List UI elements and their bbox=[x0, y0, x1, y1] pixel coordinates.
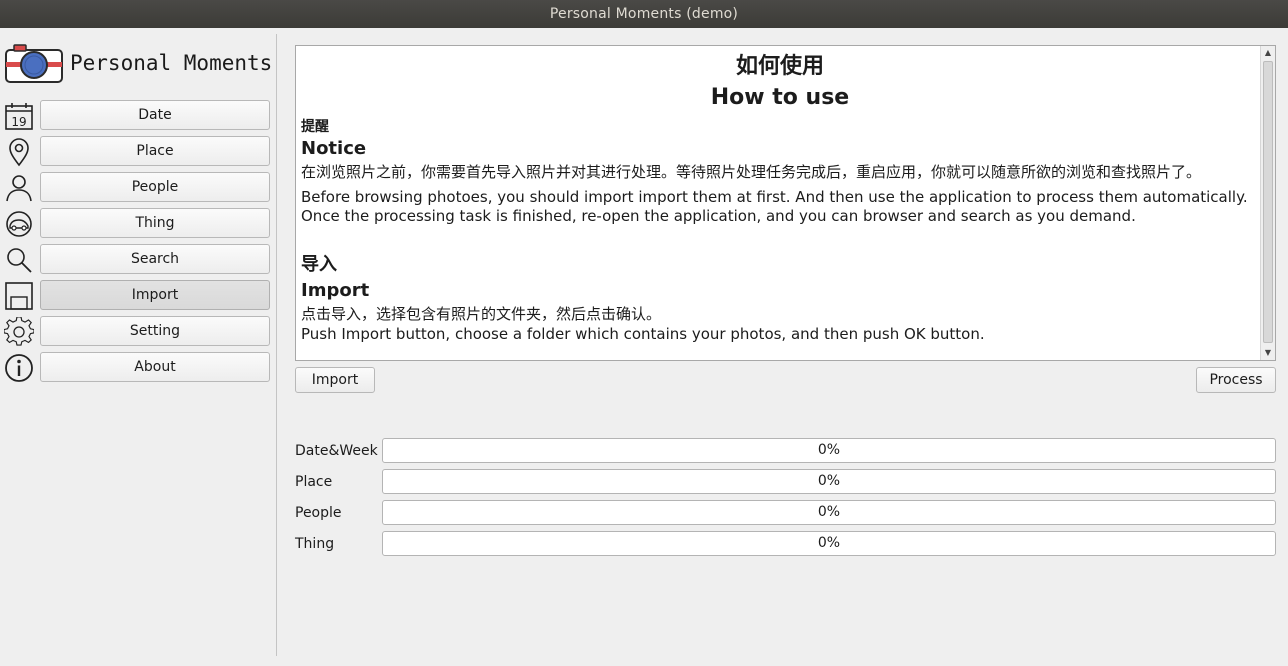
sidebar-item-place: Place bbox=[0, 134, 272, 170]
sidebar-item-import: Import bbox=[0, 278, 272, 314]
thing-button[interactable]: Thing bbox=[40, 208, 270, 238]
search-icon bbox=[7, 248, 32, 273]
import-body-en: Push Import button, choose a folder whic… bbox=[301, 325, 985, 343]
gear-icon bbox=[4, 317, 34, 346]
progress-value: 0% bbox=[817, 504, 841, 520]
map-pin-icon bbox=[9, 138, 29, 167]
progress-label-people: People bbox=[295, 505, 342, 521]
import-body-cn: 点击导入，选择包含有照片的文件夹，然后点击确认。 bbox=[301, 305, 662, 323]
setting-button[interactable]: Setting bbox=[40, 316, 270, 346]
sidebar-item-setting: Setting bbox=[0, 314, 272, 350]
progress-label-thing: Thing bbox=[295, 536, 335, 552]
app-logo: Personal Moments bbox=[4, 44, 274, 84]
date-button[interactable]: Date bbox=[40, 100, 270, 130]
sidebar-item-about: About bbox=[0, 350, 272, 386]
sidebar-item-date: 19 Date bbox=[0, 98, 272, 134]
sidebar-item-people: People bbox=[0, 170, 272, 206]
progress-value: 0% bbox=[817, 442, 841, 458]
app-window: Personal Moments (demo) Personal Moments… bbox=[0, 0, 1288, 666]
scroll-down-icon[interactable]: ▼ bbox=[1261, 346, 1275, 360]
calendar-icon: 19 bbox=[5, 103, 33, 130]
progress-value: 0% bbox=[817, 473, 841, 489]
sidebar-item-thing: Thing bbox=[0, 206, 272, 242]
sidebar-nav: 19 Date Place People Thing Search Import… bbox=[0, 98, 272, 386]
scroll-up-icon[interactable]: ▲ bbox=[1261, 46, 1275, 60]
search-button[interactable]: Search bbox=[40, 244, 270, 274]
app-logo-text: Personal Moments bbox=[70, 51, 273, 75]
floppy-icon bbox=[5, 282, 33, 310]
import-button[interactable]: Import bbox=[295, 367, 375, 393]
import-heading-en: Import bbox=[301, 280, 370, 301]
instructions-textbox[interactable]: 如何使用 How to use 提醒 Notice 在浏览照片之前，你需要首先导… bbox=[295, 45, 1276, 361]
notice-body-en: Before browsing photoes, you should impo… bbox=[301, 188, 1248, 225]
progress-label-date-week: Date&Week bbox=[295, 443, 378, 459]
sidebar-divider bbox=[276, 34, 277, 656]
notice-body-cn: 在浏览照片之前，你需要首先导入照片并对其进行处理。等待照片处理任务完成后，重启应… bbox=[301, 163, 1202, 181]
place-button[interactable]: Place bbox=[40, 136, 270, 166]
instructions-scrollbar[interactable]: ▲ ▼ bbox=[1260, 46, 1275, 360]
import-heading-cn: 导入 bbox=[301, 254, 337, 275]
notice-heading-en: Notice bbox=[301, 138, 367, 159]
progress-bar-place: 0% bbox=[382, 469, 1276, 494]
window-titlebar: Personal Moments (demo) bbox=[0, 0, 1288, 28]
about-button[interactable]: About bbox=[40, 352, 270, 382]
process-button[interactable]: Process bbox=[1196, 367, 1276, 393]
svg-text:19: 19 bbox=[11, 115, 26, 129]
notice-heading-cn: 提醒 bbox=[301, 119, 329, 135]
people-button[interactable]: People bbox=[40, 172, 270, 202]
camera-logo-icon bbox=[5, 44, 63, 83]
progress-label-place: Place bbox=[295, 474, 333, 490]
progress-bar-date-week: 0% bbox=[382, 438, 1276, 463]
info-icon bbox=[5, 354, 33, 382]
instructions-content: 如何使用 How to use 提醒 Notice 在浏览照片之前，你需要首先导… bbox=[301, 52, 1259, 344]
howto-title-cn: 如何使用 bbox=[735, 54, 824, 79]
person-icon bbox=[6, 175, 32, 202]
scroll-thumb[interactable] bbox=[1263, 61, 1273, 343]
import-nav-button[interactable]: Import bbox=[40, 280, 270, 310]
progress-bar-thing: 0% bbox=[382, 531, 1276, 556]
sidebar-item-search: Search bbox=[0, 242, 272, 278]
howto-title-en: How to use bbox=[710, 85, 850, 110]
car-icon bbox=[6, 211, 32, 237]
progress-value: 0% bbox=[817, 535, 841, 551]
progress-bar-people: 0% bbox=[382, 500, 1276, 525]
